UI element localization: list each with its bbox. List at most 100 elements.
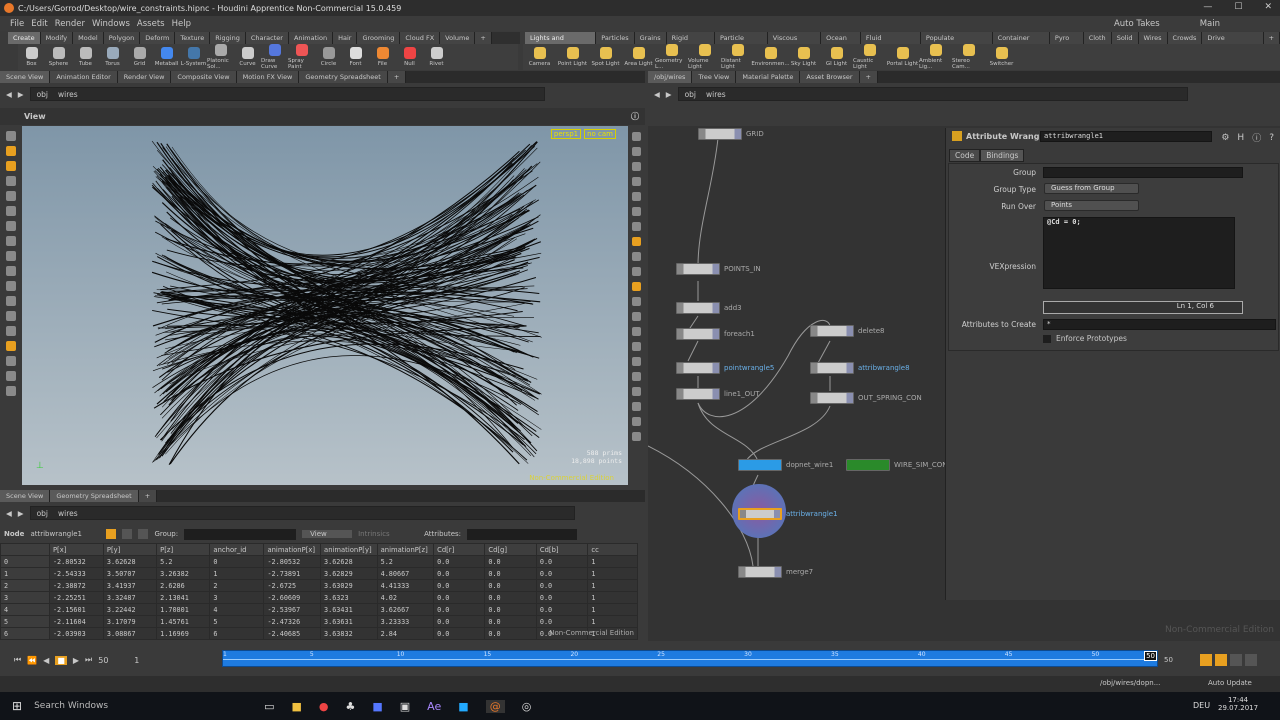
auto-takes[interactable]: Auto Takes [1114,19,1160,29]
tab-rigid-bodies[interactable]: Rigid Bodies [666,32,715,52]
network-node[interactable] [810,325,854,337]
3d-viewport[interactable]: persp1 no cam 588 prims 18,898 points Non… [22,126,628,485]
key-icon[interactable] [1200,654,1212,666]
info-icon[interactable]: ⓘ [1252,131,1261,144]
tab-geometry-spreadsheet[interactable]: Geometry Spreadsheet [299,71,388,83]
breadcrumb-wires[interactable]: wires [706,90,726,99]
column-header[interactable]: P[y] [102,543,158,556]
tab-code[interactable]: Code [949,149,981,162]
prev-key-button[interactable]: ⏪ [27,656,37,665]
shelf-tool-caustic-light[interactable]: Caustic Light [853,44,886,70]
column-header[interactable]: Cd[b] [535,543,589,556]
shelf-tool-spray-paint[interactable]: Spray Paint [288,44,315,70]
frame-marker[interactable]: 50 [1144,651,1157,661]
tool-icon[interactable] [6,296,16,306]
network-node[interactable] [846,459,890,471]
loop-icon[interactable] [1230,654,1242,666]
tool-icon[interactable] [6,206,16,216]
tool-icon[interactable] [6,311,16,321]
search-windows[interactable]: Search Windows [34,701,264,711]
terminal-icon[interactable]: ▣ [400,700,410,713]
tab-model[interactable]: Model [73,32,104,44]
task-view-icon[interactable]: ▭ [264,700,274,713]
network-node[interactable] [738,508,782,520]
shelf-tool-sphere[interactable]: Sphere [45,47,72,67]
houdini-icon[interactable]: @ [485,699,505,713]
node-label[interactable]: delete8 [858,327,885,335]
shelf-tool-platonic-sol[interactable]: Platonic Sol... [207,44,234,70]
breadcrumb-wires[interactable]: wires [58,509,78,518]
back-arrow-icon[interactable]: ◀ [654,90,660,99]
node-label[interactable]: POINTS_IN [724,265,761,273]
frame-step-field[interactable]: 50 [98,656,128,665]
tool-icon[interactable] [6,161,16,171]
column-header[interactable]: animationP[z] [376,543,435,556]
tool-icon[interactable] [632,237,641,246]
network-node[interactable] [738,566,782,578]
shelf-tool-null[interactable]: Null [396,47,423,67]
forward-arrow-icon[interactable]: ▶ [18,90,24,99]
network-node[interactable] [676,388,720,400]
enforce-prototypes-checkbox[interactable] [1043,334,1051,343]
tab-material-palette[interactable]: Material Palette [736,71,801,83]
tool-icon[interactable] [632,192,641,201]
node-label[interactable]: attribwrangle8 [858,364,910,372]
tab-viscous-fluids[interactable]: Viscous Fluids [767,32,822,52]
run-over-menu[interactable]: Points [1044,200,1139,211]
shelf-tool-spot-light[interactable]: Spot Light [589,47,622,67]
tab-deform[interactable]: Deform [140,32,176,44]
tool-icon[interactable] [6,131,16,141]
path-breadcrumb[interactable]: obj wires [29,87,545,101]
tool-icon[interactable] [632,432,641,441]
menu-file[interactable]: File [10,19,24,29]
desktop-select[interactable]: Main [1200,19,1220,29]
tool-icon[interactable] [6,266,16,276]
tool-icon[interactable] [632,402,641,411]
breadcrumb-obj[interactable]: obj [37,90,48,99]
table-row[interactable]: 3 -2.25251 3.32487 2.13041 3 -2.60609 3.6323 4.… [0,591,638,604]
tool-icon[interactable] [6,386,16,396]
tab-[interactable]: + [138,490,158,502]
auto-update-menu[interactable]: Auto Update [1208,679,1252,687]
tool-icon[interactable] [6,191,16,201]
tab-modify[interactable]: Modify [40,32,74,44]
network-node[interactable] [810,392,854,404]
group-field[interactable] [184,528,297,540]
geometry-spreadsheet[interactable]: P[x] P[y] P[z] anchor_id animationP[x] animat… [0,543,638,640]
shelf-tool-point-light[interactable]: Point Light [556,47,589,67]
app-icon[interactable]: ♣ [345,700,355,713]
column-header[interactable]: Cd[g] [484,543,537,556]
tab-wires[interactable]: Wires [1138,32,1168,44]
end-frame-field[interactable]: 50 [1164,656,1173,664]
shelf-tool-box[interactable]: Box [18,47,45,67]
shelf-tool-circle[interactable]: Circle [315,47,342,67]
status-path[interactable]: /obj/wires/dopn... [1100,679,1160,687]
tab-crowds[interactable]: Crowds [1167,32,1203,44]
shelf-tool-camera[interactable]: Camera [523,47,556,67]
timeline-slider[interactable]: 1 5 10 15 20 25 30 35 40 45 50 50 [222,650,1158,667]
houdini-help-icon[interactable]: H [1237,133,1244,143]
shelf-tool-sky-light[interactable]: Sky Light [787,47,820,67]
vexpression-editor[interactable]: @Cd = 0; [1043,217,1235,289]
node-name-field[interactable]: attribwrangle1 [1040,131,1212,142]
column-header[interactable]: animationP[x] [263,543,322,556]
maximize-button[interactable]: ☐ [1234,2,1242,12]
tab-[interactable]: + [387,71,407,83]
tab-particles[interactable]: Particles [596,32,635,44]
column-header[interactable]: P[z] [156,543,211,556]
explorer-icon[interactable]: ■ [291,700,301,713]
help-icon[interactable]: ⓘ [631,111,639,122]
tab-geometry-spreadsheet[interactable]: Geometry Spreadsheet [50,490,139,502]
network-node[interactable] [676,302,720,314]
clock-time[interactable]: 17:44 [1218,696,1258,704]
no-cam-menu[interactable]: no cam [584,129,616,139]
tab-populate-containers[interactable]: Populate Containers [920,32,993,52]
table-row[interactable]: 0 -2.80532 3.62628 5.2 0 -2.80532 3.62628 5.2 0.… [0,555,638,568]
tool-icon[interactable] [6,221,16,231]
tool-icon[interactable] [6,326,16,336]
forward-arrow-icon[interactable]: ▶ [666,90,672,99]
shelf-tool-tube[interactable]: Tube [72,47,99,67]
last-frame-button[interactable]: ⏭ [85,655,92,665]
shelf-tool-portal-light[interactable]: Portal Light [886,47,919,67]
attributes-to-create-field[interactable]: * [1043,319,1276,330]
